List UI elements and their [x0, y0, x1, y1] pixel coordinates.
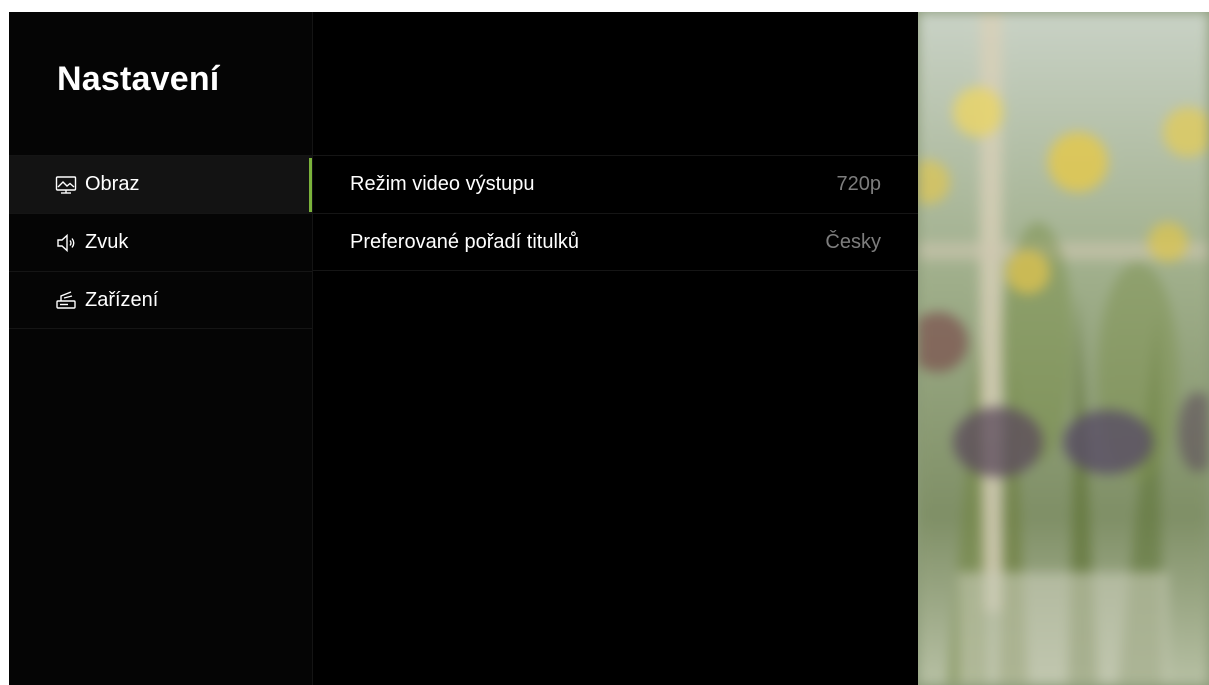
settings-screen: Nastavení Obraz Zvuk Zařízení Režim vide…: [9, 12, 1209, 685]
picture-icon: [55, 174, 77, 196]
sidebar-item-zarizeni[interactable]: Zařízení: [9, 271, 312, 329]
sidebar-item-label: Zařízení: [85, 288, 159, 311]
speaker-icon: [55, 232, 77, 254]
settings-list: Režim video výstupu 720p Preferované poř…: [313, 155, 918, 271]
sidebar: Nastavení Obraz Zvuk Zařízení: [9, 12, 313, 685]
settings-panel: Režim video výstupu 720p Preferované poř…: [313, 12, 918, 685]
setting-value: Česky: [825, 230, 881, 253]
sidebar-item-zvuk[interactable]: Zvuk: [9, 213, 312, 271]
setting-subtitle-order[interactable]: Preferované pořadí titulků Česky: [313, 213, 918, 271]
page-title: Nastavení: [57, 60, 220, 98]
sidebar-item-label: Obraz: [85, 173, 140, 195]
setting-label: Preferované pořadí titulků: [350, 230, 580, 253]
background-photo: [918, 12, 1209, 685]
setting-value: 720p: [836, 173, 882, 195]
sidebar-item-label: Zvuk: [85, 231, 129, 253]
sidebar-item-obraz[interactable]: Obraz: [9, 155, 312, 213]
setting-label: Režim video výstupu: [350, 173, 535, 195]
setting-video-output-mode[interactable]: Režim video výstupu 720p: [313, 155, 918, 213]
device-icon: [55, 289, 77, 311]
sidebar-menu: Obraz Zvuk Zařízení: [9, 155, 312, 329]
